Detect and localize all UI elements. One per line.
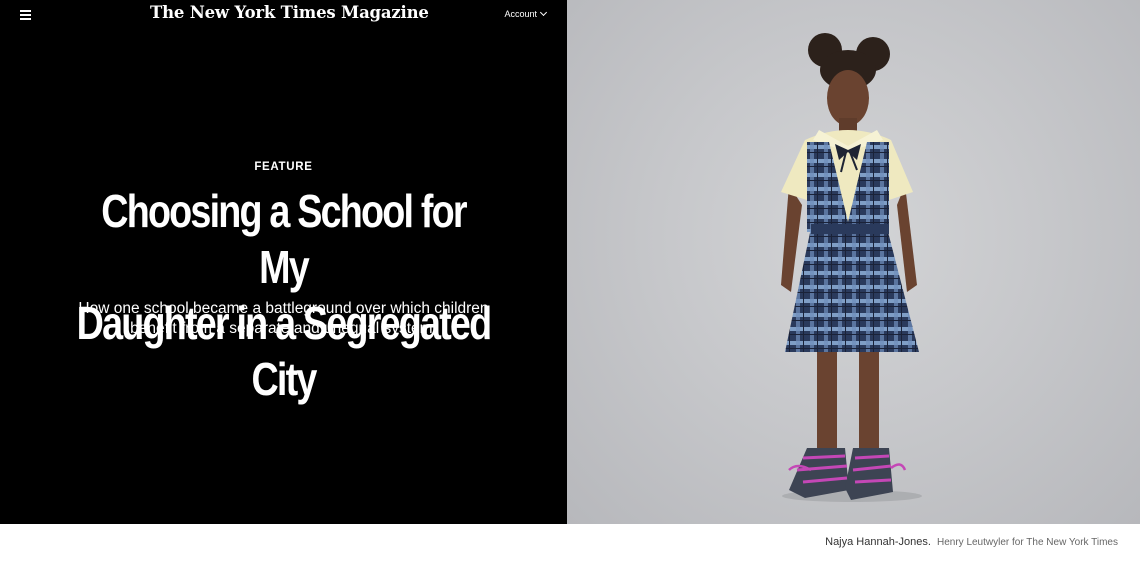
article-dek: How one school became a battleground ove… bbox=[78, 300, 489, 337]
article-kicker: FEATURE bbox=[254, 161, 313, 173]
account-label: Account bbox=[504, 9, 537, 19]
headline-line-1: Choosing a School for My bbox=[101, 185, 467, 293]
photo-credit: Henry Leutwyler for The New York Times bbox=[936, 537, 1118, 548]
caption-text: Najya Hannah-Jones. bbox=[825, 536, 931, 548]
masthead-logo[interactable]: The New York Times Magazine bbox=[150, 3, 429, 22]
chevron-down-icon bbox=[539, 8, 548, 17]
article-headline: Choosing a School for My Daughter in a S… bbox=[30, 183, 537, 407]
hero-text-panel: The New York Times Magazine Account FEAT… bbox=[0, 0, 567, 524]
menu-icon[interactable] bbox=[19, 8, 34, 21]
photo-caption: Najya Hannah-Jones. Henry Leutwyler for … bbox=[825, 536, 1118, 548]
hero-photo bbox=[567, 0, 1140, 524]
account-button[interactable]: Account bbox=[504, 8, 548, 19]
girl-in-uniform-illustration bbox=[781, 33, 922, 502]
top-bar: The New York Times Magazine Account bbox=[0, 0, 567, 30]
hero: The New York Times Magazine Account FEAT… bbox=[0, 0, 1140, 524]
